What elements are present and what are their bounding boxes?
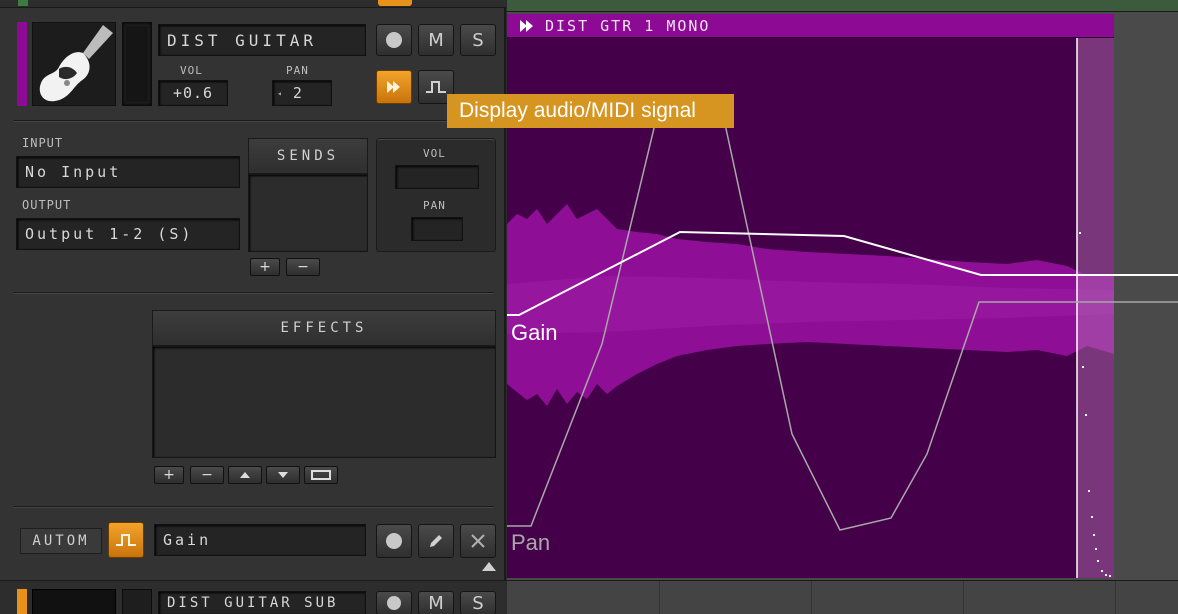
send-pan-label: PAN xyxy=(423,199,446,212)
add-send-label: + xyxy=(259,259,271,275)
triangle-up-icon xyxy=(240,472,250,478)
effects-list[interactable] xyxy=(152,346,496,458)
sends-list[interactable] xyxy=(248,174,368,252)
vol-label: VOL xyxy=(180,64,203,77)
tooltip-text: Display audio/MIDI signal xyxy=(459,99,696,122)
gain-automation-label: Gain xyxy=(511,320,558,345)
window-icon xyxy=(311,470,331,480)
track-color-bar xyxy=(17,22,27,106)
pan-label: PAN xyxy=(286,64,309,77)
clip-header[interactable]: DIST GTR 1 MONO xyxy=(507,14,1114,38)
output-value: Output 1-2 (S) xyxy=(25,225,194,243)
next-track-solo-button[interactable]: S xyxy=(460,591,496,614)
automation-label: AUTOM xyxy=(20,528,102,554)
selection-region xyxy=(1077,38,1114,578)
effect-window-button[interactable] xyxy=(304,466,338,484)
pan-field[interactable]: ◂ 2 xyxy=(272,80,332,106)
record-arm-button[interactable] xyxy=(376,24,412,56)
move-effect-up-button[interactable] xyxy=(228,466,262,484)
meter-fill xyxy=(126,26,148,102)
send-vol-label: VOL xyxy=(423,147,446,160)
record-icon xyxy=(386,32,402,48)
next-track-record-button[interactable] xyxy=(376,591,412,614)
separator xyxy=(14,120,494,121)
close-icon xyxy=(471,534,485,548)
volume-field[interactable]: +0.6 xyxy=(158,80,228,106)
automation-record-button[interactable] xyxy=(376,524,412,558)
automation-extension xyxy=(1114,274,1178,303)
grid-line xyxy=(811,581,812,614)
track-name-field[interactable]: DIST GUITAR xyxy=(158,24,366,56)
next-track-solo-label: S xyxy=(472,592,484,614)
next-track-strip: DIST GUITAR SUB M S xyxy=(0,580,506,614)
record-icon xyxy=(387,596,401,610)
remove-effect-label: − xyxy=(201,467,213,483)
track-name-text: DIST GUITAR xyxy=(167,30,317,50)
effects-header: EFFECTS xyxy=(152,310,496,346)
input-select[interactable]: No Input xyxy=(16,156,240,188)
play-arrows-icon xyxy=(387,81,400,93)
previous-track-color xyxy=(18,0,28,6)
grid-line xyxy=(659,581,660,614)
add-effect-button[interactable]: + xyxy=(154,466,184,484)
previous-track-strip xyxy=(0,0,506,8)
pan-automation-label: Pan xyxy=(511,530,551,555)
monitor-button[interactable] xyxy=(376,70,412,104)
input-value: No Input xyxy=(25,163,122,181)
next-track-meter xyxy=(122,589,152,614)
next-track-color-bar xyxy=(17,589,27,614)
next-track-name-field[interactable]: DIST GUITAR SUB xyxy=(158,591,366,614)
tooltip: Display audio/MIDI signal xyxy=(447,94,734,128)
add-effect-label: + xyxy=(163,467,175,483)
send-pan-field[interactable] xyxy=(411,217,463,241)
mute-label: M xyxy=(428,29,444,51)
automation-edit-button[interactable] xyxy=(418,524,454,558)
output-select[interactable]: Output 1-2 (S) xyxy=(16,218,240,250)
record-icon xyxy=(386,533,402,549)
previous-track-lane xyxy=(507,0,1178,12)
sends-title: SENDS xyxy=(276,148,340,164)
track-icon-guitar[interactable] xyxy=(32,22,116,106)
move-effect-down-button[interactable] xyxy=(266,466,300,484)
next-track-icon[interactable] xyxy=(32,589,116,614)
collapse-triangle-icon[interactable] xyxy=(482,562,496,571)
remove-effect-button[interactable]: − xyxy=(190,466,224,484)
remove-send-label: − xyxy=(297,259,309,275)
clip-title: DIST GTR 1 MONO xyxy=(545,16,711,35)
automation-step-icon xyxy=(426,81,446,93)
separator xyxy=(14,506,494,507)
output-label: OUTPUT xyxy=(22,198,72,212)
automation-step-icon xyxy=(116,534,136,546)
send-volume-field[interactable] xyxy=(395,165,479,189)
remove-send-button[interactable]: − xyxy=(286,258,320,276)
solo-label: S xyxy=(472,29,484,51)
pencil-icon xyxy=(430,535,442,547)
solo-button[interactable]: S xyxy=(460,24,496,56)
automation-clear-button[interactable] xyxy=(460,524,496,558)
track-level-meter xyxy=(122,22,152,106)
track-inspector-panel: DIST GUITAR M S VOL PAN +0.6 ◂ 2 INPUT N… xyxy=(0,0,506,614)
pan-value: 2 xyxy=(292,84,303,102)
play-arrows-icon xyxy=(520,19,533,32)
previous-track-button[interactable] xyxy=(378,0,412,6)
next-track-mute-label: M xyxy=(428,592,444,614)
automation-toggle-button[interactable] xyxy=(108,522,144,558)
pan-arrow-icon: ◂ xyxy=(277,88,283,98)
input-label: INPUT xyxy=(22,136,64,150)
add-send-button[interactable]: + xyxy=(250,258,280,276)
guitar-icon xyxy=(33,23,115,105)
volume-value: +0.6 xyxy=(172,84,214,102)
effects-title: EFFECTS xyxy=(280,320,368,336)
next-track-mute-button[interactable]: M xyxy=(418,591,454,614)
triangle-down-icon xyxy=(278,472,288,478)
separator xyxy=(14,292,494,293)
mute-button[interactable]: M xyxy=(418,24,454,56)
next-track-lane xyxy=(507,580,1178,614)
next-track-name-text: DIST GUITAR SUB xyxy=(167,595,339,611)
grid-line xyxy=(963,581,964,614)
sends-header: SENDS xyxy=(248,138,368,174)
automation-parameter-select[interactable]: Gain xyxy=(154,524,366,556)
automation-parameter-value: Gain xyxy=(163,531,212,549)
send-controls-box: VOL PAN xyxy=(376,138,496,252)
